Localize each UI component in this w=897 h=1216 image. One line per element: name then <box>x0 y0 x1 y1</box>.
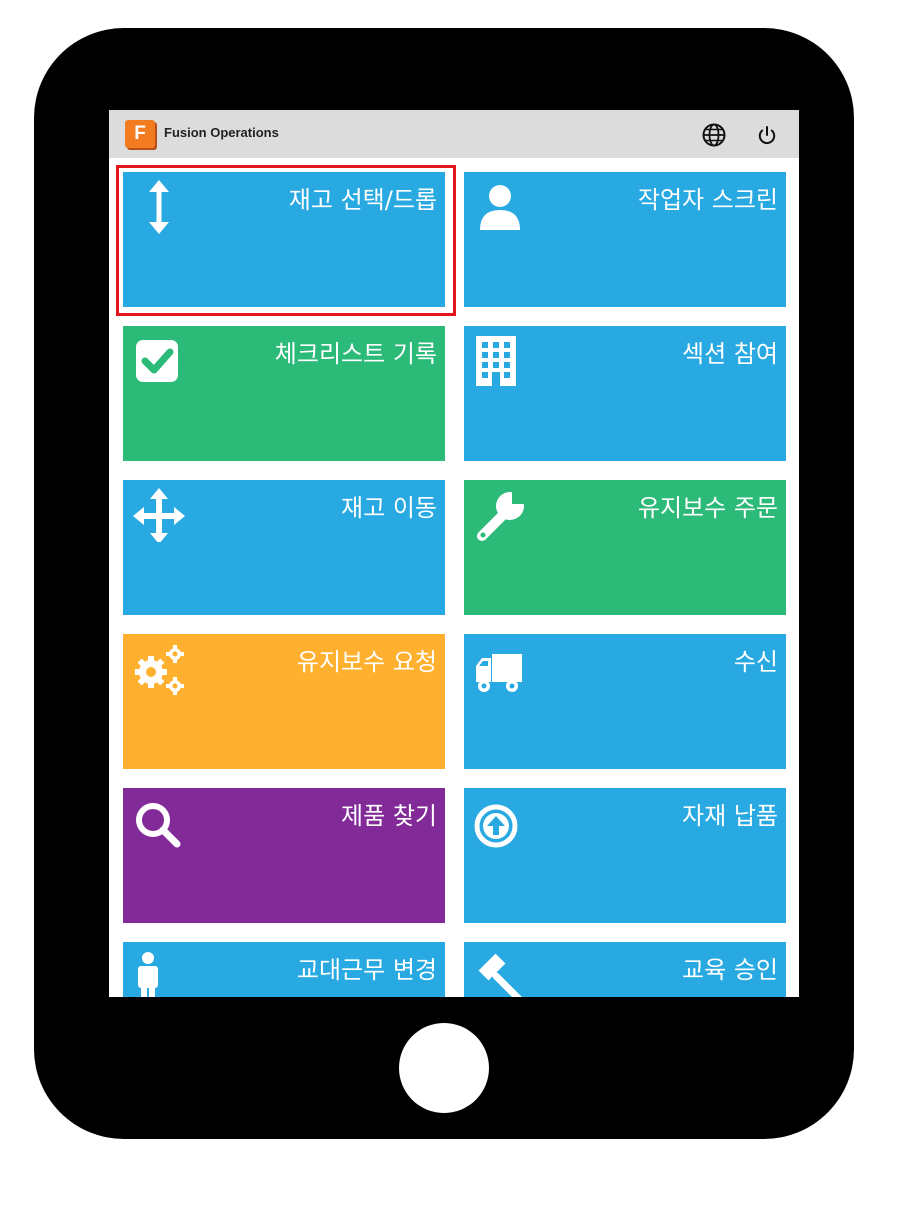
tile-label: 유지보수 요청 <box>296 648 437 676</box>
tile-shift-change[interactable]: 교대근무 변경 <box>123 942 445 997</box>
tile-operator-screen[interactable]: 작업자 스크린 <box>464 172 786 307</box>
truck-icon <box>476 654 522 692</box>
tile-label: 교대근무 변경 <box>296 956 437 984</box>
tile-section-join[interactable]: 섹션 참여 <box>464 326 786 461</box>
tile-label: 제품 찾기 <box>341 802 437 830</box>
fusion-logo: F <box>125 120 155 148</box>
tile-stock-move[interactable]: 재고 이동 <box>123 480 445 615</box>
tile-label: 유지보수 주문 <box>637 494 778 522</box>
tile-label: 교육 승인 <box>682 956 778 984</box>
tile-label: 작업자 스크린 <box>637 186 778 214</box>
gears-icon <box>135 645 184 695</box>
tile-label: 섹션 참여 <box>682 340 778 368</box>
tile-stock-pick-drop[interactable]: 재고 선택/드롭 <box>123 172 445 307</box>
tablet-home-button[interactable] <box>399 1023 489 1113</box>
tile-training-approval[interactable]: 교육 승인 <box>464 942 786 997</box>
upload-circle-icon <box>474 804 518 848</box>
user-icon <box>480 185 520 230</box>
tile-label: 재고 선택/드롭 <box>288 186 437 214</box>
move-arrows-icon <box>133 488 185 542</box>
vertical-arrows-icon <box>149 180 169 234</box>
tile-maintenance-order[interactable]: 유지보수 주문 <box>464 480 786 615</box>
person-icon <box>138 952 158 997</box>
tile-label: 자재 납품 <box>682 802 778 830</box>
tile-label: 체크리스트 기록 <box>274 340 437 368</box>
building-icon <box>476 336 516 386</box>
gavel-icon <box>478 953 522 997</box>
language-button[interactable] <box>701 122 727 148</box>
tile-checklist-record[interactable]: 체크리스트 기록 <box>123 326 445 461</box>
tile-maintenance-request[interactable]: 유지보수 요청 <box>123 634 445 769</box>
wrench-icon <box>477 492 524 541</box>
checkbox-icon <box>136 340 178 382</box>
tile-label: 수신 <box>733 648 778 676</box>
tile-receiving[interactable]: 수신 <box>464 634 786 769</box>
tile-find-product[interactable]: 제품 찾기 <box>123 788 445 923</box>
power-button[interactable] <box>754 122 780 148</box>
power-icon <box>758 126 776 145</box>
top-bar: F Fusion Operations <box>109 110 799 158</box>
tile-label: 재고 이동 <box>341 494 437 522</box>
globe-icon <box>702 123 726 147</box>
app-title: Fusion Operations <box>164 125 279 140</box>
tile-material-delivery[interactable]: 자재 납품 <box>464 788 786 923</box>
search-icon <box>136 803 181 848</box>
app-screen: F Fusion Operations 재고 선택/드롭 작업자 스크린 체크리… <box>109 110 799 997</box>
